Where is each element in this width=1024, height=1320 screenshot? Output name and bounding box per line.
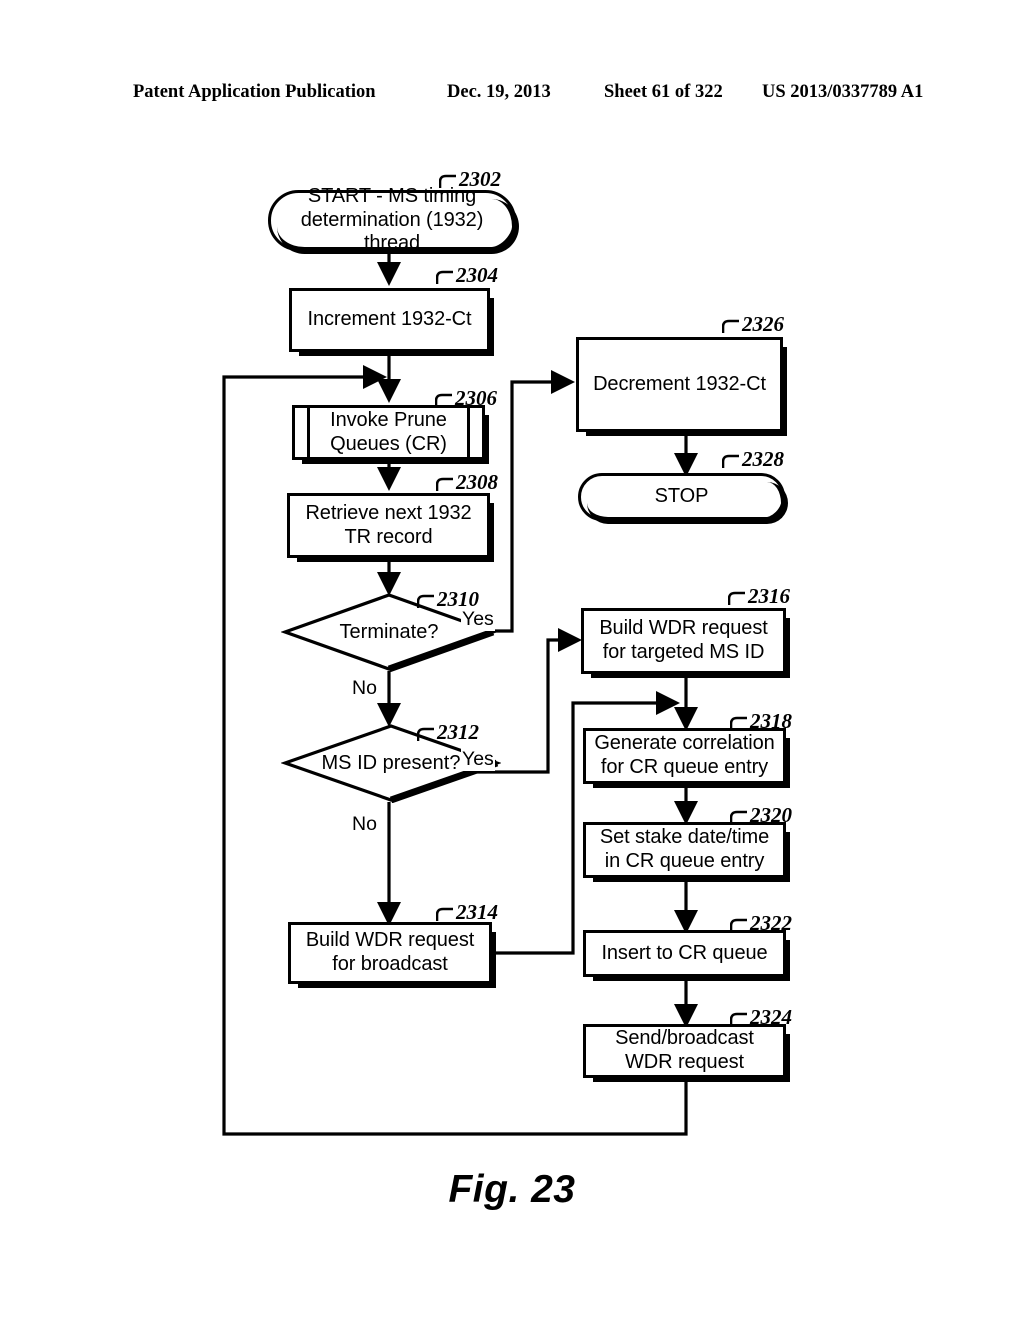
- ref-numeral-2322: 2322: [730, 911, 792, 936]
- leader-line-2310: [417, 594, 434, 608]
- branch-label-terminate-no: No: [351, 677, 378, 700]
- leader-line-2314: [436, 907, 453, 921]
- leader-line-2320: [730, 810, 747, 824]
- ref-numeral-2324: 2324: [730, 1005, 792, 1030]
- node-insert-to-cr-queue[interactable]: Insert to CR queue: [583, 930, 790, 981]
- node-stop-terminator[interactable]: STOP: [578, 473, 788, 524]
- branch-label-msid-yes: Yes: [461, 748, 495, 771]
- ref-numeral-2328: 2328: [722, 447, 784, 472]
- ref-numeral-2320: 2320: [730, 803, 792, 828]
- ref-numeral-2302: 2302: [439, 167, 501, 192]
- node-build-wdr-broadcast[interactable]: Build WDR request for broadcast: [288, 922, 496, 988]
- node-increment-1932ct[interactable]: Increment 1932-Ct: [289, 288, 494, 356]
- ref-numeral-2310: 2310: [417, 587, 479, 612]
- node-insert-to-cr-queue-label: Insert to CR queue: [601, 941, 768, 964]
- ref-numeral-2308: 2308: [436, 470, 498, 495]
- node-retrieve-next-tr-record[interactable]: Retrieve next 1932 TR record: [287, 493, 494, 562]
- ref-numeral-2306: 2306: [435, 386, 497, 411]
- ref-numeral-2326: 2326: [722, 312, 784, 337]
- node-send-broadcast-wdr-label: Send/broadcast WDR request: [615, 1027, 754, 1073]
- node-build-wdr-targeted[interactable]: Build WDR request for targeted MS ID: [581, 608, 790, 678]
- ref-numeral-2316: 2316: [728, 584, 790, 609]
- node-start-terminator[interactable]: START - MS timing determination (1932) t…: [268, 185, 519, 254]
- leader-line-2302: [439, 174, 456, 188]
- leader-line-2324: [730, 1012, 747, 1026]
- leader-line-2304: [436, 270, 453, 284]
- node-set-stake-datetime-label: Set stake date/time in CR queue entry: [599, 826, 770, 872]
- node-decrement-1932ct[interactable]: Decrement 1932-Ct: [576, 337, 787, 436]
- node-start-label: START - MS timing determination (1932) t…: [300, 185, 484, 255]
- leader-line-2308: [436, 477, 453, 491]
- node-build-wdr-targeted-label: Build WDR request for targeted MS ID: [599, 617, 768, 663]
- leader-line-2312: [417, 727, 434, 741]
- node-build-wdr-broadcast-label: Build WDR request for broadcast: [305, 929, 475, 975]
- node-decrement-1932ct-label: Decrement 1932-Ct: [593, 372, 766, 395]
- node-set-stake-datetime[interactable]: Set stake date/time in CR queue entry: [583, 822, 790, 882]
- node-invoke-prune-queues-label: Invoke Prune Queues (CR): [330, 408, 447, 455]
- leader-line-2328: [722, 454, 739, 468]
- leader-line-2306: [435, 393, 452, 407]
- ref-numeral-2304: 2304: [436, 263, 498, 288]
- leader-line-2316: [728, 591, 745, 605]
- branch-label-msid-no: No: [351, 813, 378, 836]
- ref-numeral-2312: 2312: [417, 720, 479, 745]
- node-increment-1932ct-label: Increment 1932-Ct: [307, 308, 472, 331]
- figure-caption: Fig. 23: [448, 1168, 576, 1211]
- ref-numeral-2318: 2318: [730, 709, 792, 734]
- leader-line-2322: [730, 918, 747, 932]
- leader-line-2326: [722, 319, 739, 333]
- leader-line-2318: [730, 716, 747, 730]
- flowchart-figure: START - MS timing determination (1932) t…: [0, 0, 1024, 1320]
- node-stop-label: STOP: [654, 485, 709, 508]
- node-generate-correlation[interactable]: Generate correlation for CR queue entry: [583, 728, 790, 788]
- node-retrieve-next-tr-record-label: Retrieve next 1932 TR record: [305, 501, 472, 548]
- node-generate-correlation-label: Generate correlation for CR queue entry: [594, 732, 775, 778]
- ref-numeral-2314: 2314: [436, 900, 498, 925]
- node-send-broadcast-wdr[interactable]: Send/broadcast WDR request: [583, 1024, 790, 1082]
- node-invoke-prune-queues[interactable]: Invoke Prune Queues (CR): [292, 405, 489, 464]
